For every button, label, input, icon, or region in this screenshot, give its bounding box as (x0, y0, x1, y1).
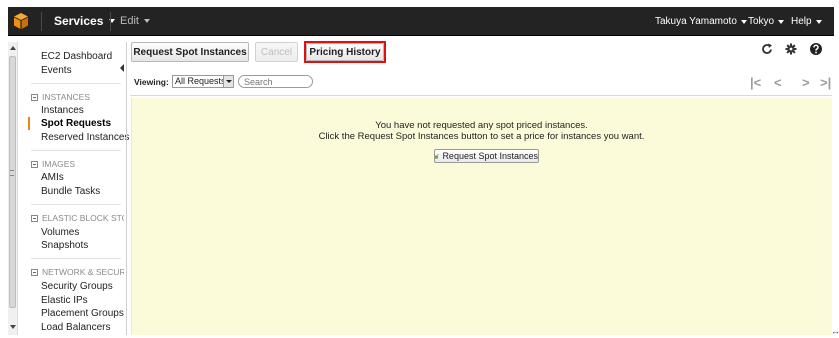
sidebar-section-label: INSTANCES (42, 92, 91, 102)
region-menu[interactable]: Tokyo (748, 16, 785, 27)
collapse-section-icon (31, 93, 38, 101)
sidebar-item-amis[interactable]: AMIs (41, 172, 64, 183)
viewing-filter-select[interactable]: All Requests (172, 75, 234, 88)
sidebar-divider-line (126, 42, 127, 335)
sidebar-divider (31, 258, 121, 259)
topbar-divider (110, 12, 111, 31)
chevron-down-icon (740, 19, 747, 24)
gear-icon[interactable] (784, 42, 798, 56)
empty-state-hint: Click the Request Spot Instances button … (318, 131, 645, 142)
collapse-section-icon (31, 268, 38, 276)
sidebar-divider (31, 150, 121, 151)
sidebar-item-spot-requests[interactable]: Spot Requests (41, 118, 111, 129)
help-icon[interactable] (809, 42, 823, 56)
chevron-down-icon (815, 19, 822, 24)
sidebar-item-snapshots[interactable]: Snapshots (41, 240, 88, 251)
sidebar-section-label: NETWORK & SECURITY (42, 267, 124, 277)
edit-menu[interactable]: Edit (120, 15, 150, 27)
active-item-marker (28, 117, 30, 130)
scroll-down-arrow-icon[interactable] (10, 325, 16, 329)
sidebar-item-reserved-instances[interactable]: Reserved Instances (41, 132, 129, 143)
sidebar-section-instances[interactable]: INSTANCES (31, 92, 124, 102)
sidebar-item-volumes[interactable]: Volumes (41, 227, 79, 238)
aws-logo-icon[interactable] (12, 12, 30, 30)
sidebar-item-bundle-tasks[interactable]: Bundle Tasks (41, 186, 100, 197)
help-menu[interactable]: Help (791, 16, 822, 27)
sidebar-item-placement-groups[interactable]: Placement Groups (41, 308, 124, 319)
collapse-sidebar-arrow-icon[interactable] (118, 62, 126, 74)
chevron-down-icon (143, 19, 150, 23)
scrollbar-thumb[interactable] (9, 56, 16, 308)
sidebar-item-load-balancers[interactable]: Load Balancers (41, 322, 111, 333)
sidebar-item-instances[interactable]: Instances (41, 105, 84, 116)
sidebar-section-label: IMAGES (42, 159, 76, 169)
previous-page-icon[interactable]: < (774, 75, 782, 90)
sidebar-divider (31, 83, 121, 84)
collapse-section-icon (31, 214, 38, 222)
sidebar-section-images[interactable]: IMAGES (31, 159, 124, 169)
top-navigation-bar: Services Edit Takuya Yamamoto Tokyo Help (8, 7, 834, 36)
sidebar-divider (31, 204, 121, 205)
request-spot-instances-inline-button[interactable]: Request Spot Instances (434, 149, 539, 163)
sidebar-scrollbar[interactable] (8, 42, 18, 335)
refresh-icon[interactable] (760, 42, 774, 56)
scrollbar-grip-icon (10, 170, 14, 176)
sidebar-item-ec2-dashboard[interactable]: EC2 Dashboard (41, 51, 112, 62)
sidebar-item-events[interactable]: Events (41, 65, 72, 76)
viewing-label: Viewing: (134, 77, 169, 87)
sidebar-section-network-security[interactable]: NETWORK & SECURITY (31, 267, 124, 277)
chevron-down-icon (778, 19, 785, 24)
user-name: Takuya Yamamoto (655, 16, 737, 27)
next-page-icon[interactable]: > (802, 75, 810, 90)
resize-handle-icon[interactable]: ↔ (831, 326, 839, 336)
empty-state-message: You have not requested any spot priced i… (375, 120, 588, 131)
highlight-annotation-box (304, 41, 386, 63)
cancel-button[interactable]: Cancel (255, 42, 298, 62)
sidebar-item-security-groups[interactable]: Security Groups (41, 281, 113, 292)
services-label: Services (54, 14, 104, 28)
filter-row-divider (130, 95, 832, 96)
region-label: Tokyo (748, 16, 775, 27)
collapse-section-icon (31, 160, 38, 168)
scroll-up-arrow-icon[interactable] (10, 46, 16, 50)
search-input[interactable] (238, 75, 313, 88)
sidebar-section-elastic-block-store[interactable]: ELASTIC BLOCK STORE (31, 213, 124, 223)
request-spot-instances-button[interactable]: Request Spot Instances (131, 42, 249, 62)
inline-button-label: Request Spot Instances (442, 151, 538, 161)
edit-label: Edit (120, 15, 139, 27)
first-page-icon[interactable]: |< (750, 75, 761, 90)
sidebar-section-label: ELASTIC BLOCK STORE (42, 213, 124, 223)
spot-instance-icon (435, 154, 440, 159)
help-label: Help (791, 16, 812, 27)
last-page-icon[interactable]: >| (820, 75, 831, 90)
topbar-divider (41, 12, 42, 31)
select-value: All Requests (175, 76, 226, 86)
chevron-down-icon[interactable] (223, 76, 233, 87)
services-menu[interactable]: Services (54, 14, 116, 28)
sidebar-item-elastic-ips[interactable]: Elastic IPs (41, 295, 88, 306)
user-menu[interactable]: Takuya Yamamoto (655, 16, 747, 27)
